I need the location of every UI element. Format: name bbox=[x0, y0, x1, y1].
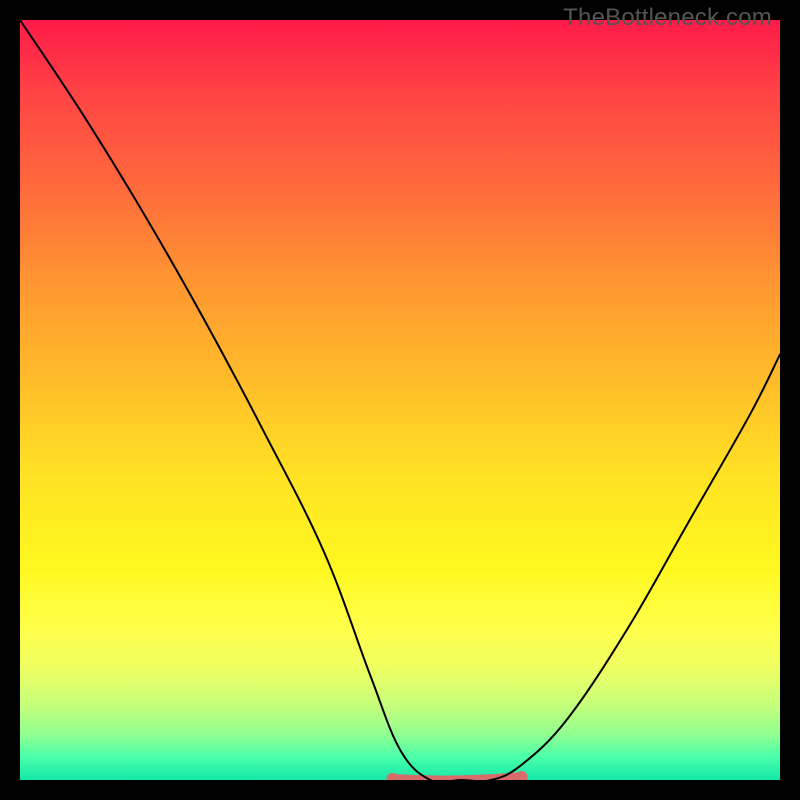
watermark-text: TheBottleneck.com bbox=[563, 4, 772, 32]
optimal-range-endpoint bbox=[386, 773, 398, 780]
chart-plot-area bbox=[20, 20, 780, 780]
chart-svg bbox=[20, 20, 780, 780]
optimal-range-endpoint bbox=[516, 771, 528, 780]
bottleneck-curve bbox=[20, 20, 780, 780]
